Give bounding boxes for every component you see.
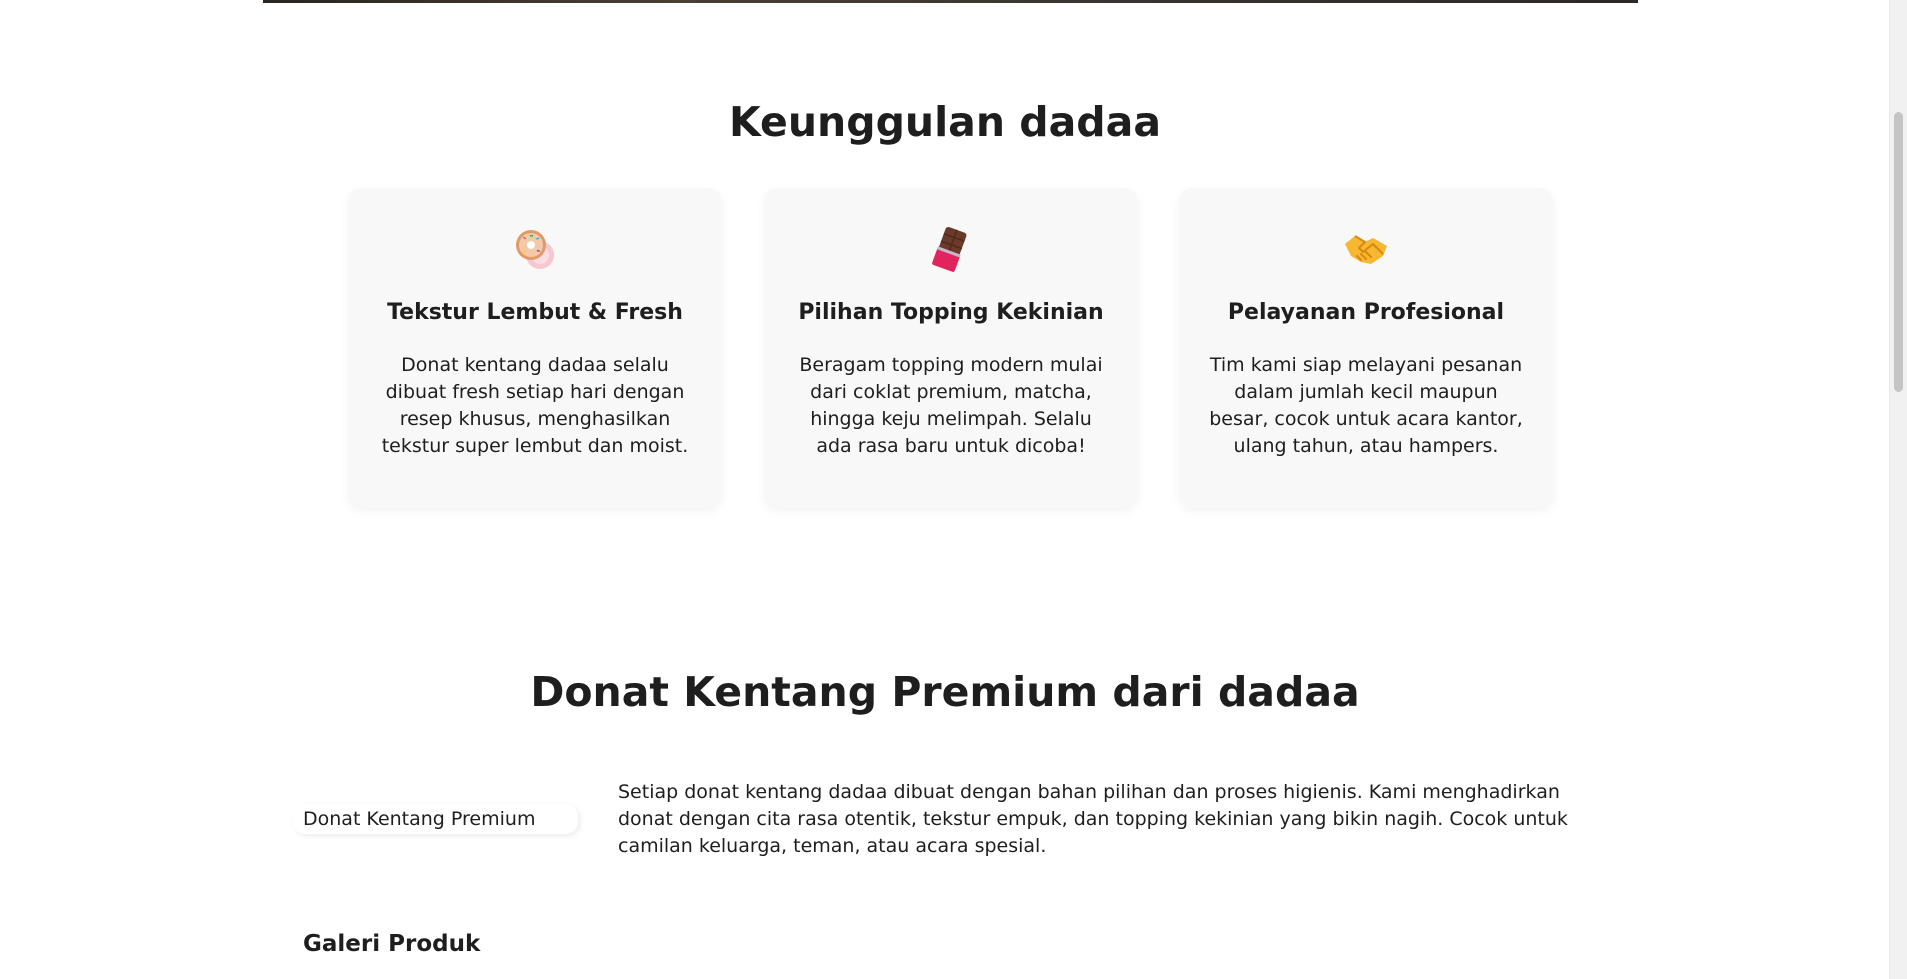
gallery-title: Galeri Produk [303, 931, 481, 957]
feature-card-title: Pilihan Topping Kekinian [798, 300, 1104, 325]
scrollbar-thumb[interactable] [1894, 112, 1903, 392]
features-title: Keunggulan dadaa [728, 98, 1161, 146]
product-image-label: Donat Kentang Premium [293, 804, 578, 834]
chocolate-bar-icon [932, 226, 967, 272]
feature-card-text: Tim kami siap melayani pesanan dalam jum… [1209, 354, 1523, 457]
feature-card-text: Beragam topping modern mulai dari coklat… [799, 354, 1103, 457]
feature-card-text: Donat kentang dadaa selalu dibuat fresh … [381, 354, 689, 457]
premium-section-title: Donat Kentang Premium dari dadaa [530, 668, 1360, 716]
feature-card-title: Tekstur Lembut & Fresh [387, 300, 683, 325]
feature-card-texture: Tekstur Lembut & Fresh Donat kentang dad… [348, 188, 722, 508]
donut-icon [516, 230, 554, 269]
page: Keunggulan dadaa Tekstur Lembut & Fresh … [0, 0, 1907, 979]
hero-image-edge [263, 0, 1638, 3]
product-description: Setiap donat kentang dadaa dibuat dengan… [618, 781, 1568, 857]
feature-card-service: Pelayanan Profesional Tim kami siap mela… [1179, 188, 1553, 508]
vertical-scrollbar[interactable] [1889, 0, 1907, 979]
feature-cards: Tekstur Lembut & Fresh Donat kentang dad… [348, 188, 1553, 508]
feature-card-topping: Pilihan Topping Kekinian Beragam topping… [764, 188, 1138, 508]
handshake-icon [1345, 235, 1387, 264]
feature-card-title: Pelayanan Profesional [1227, 300, 1505, 325]
